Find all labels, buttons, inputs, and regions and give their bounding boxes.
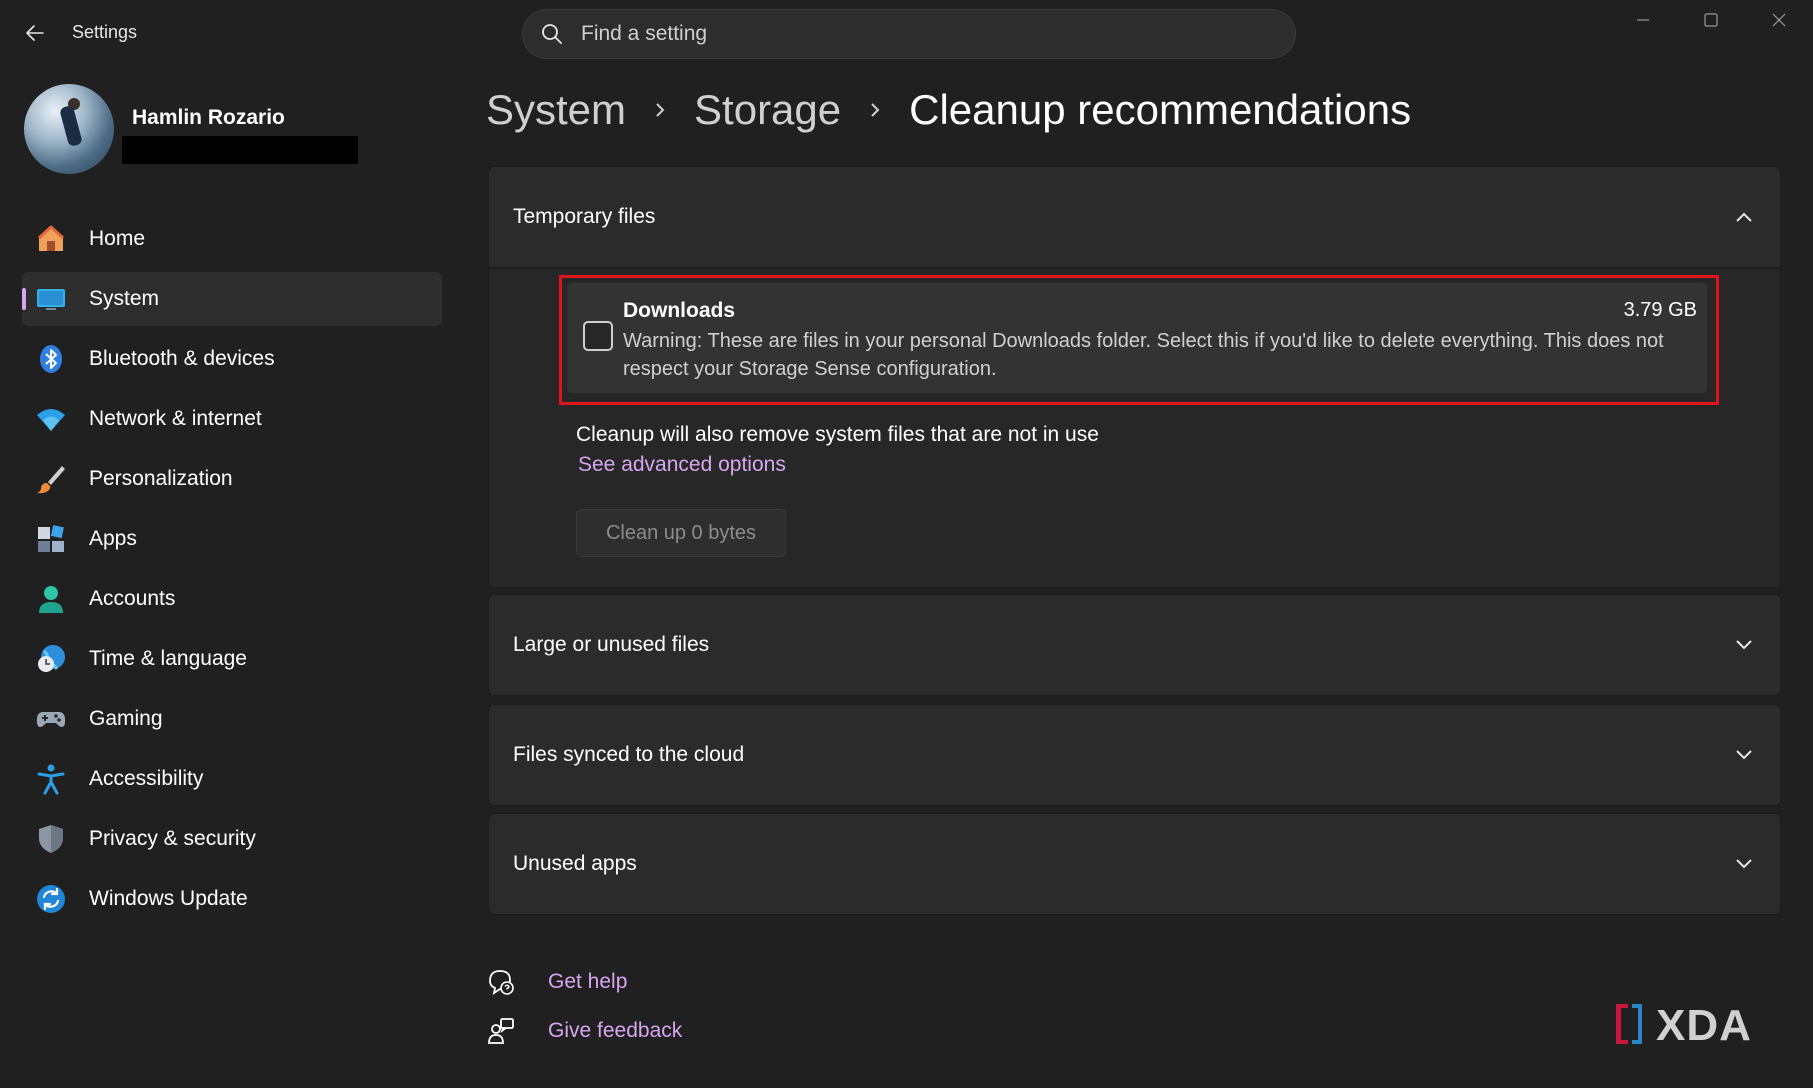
watermark-text: XDA	[1656, 1001, 1752, 1050]
maximize-button[interactable]	[1677, 0, 1745, 40]
sidebar-item-label: Time & language	[89, 647, 247, 670]
controller-icon	[34, 702, 68, 736]
apps-icon	[34, 522, 68, 556]
breadcrumb-storage[interactable]: Storage	[694, 86, 841, 134]
chevron-down-icon	[1732, 633, 1756, 657]
page-title: Cleanup recommendations	[909, 86, 1412, 133]
sidebar-item-bluetooth[interactable]: Bluetooth & devices	[22, 332, 442, 386]
minimize-icon	[1637, 19, 1649, 21]
brush-icon	[34, 462, 68, 496]
breadcrumb: System Storage Cleanup recommendations	[486, 82, 1411, 138]
unused-apps-header[interactable]: Unused apps	[489, 814, 1780, 914]
bluetooth-icon	[34, 342, 68, 376]
back-button[interactable]	[18, 16, 52, 50]
redacted-email	[122, 136, 358, 164]
cleanup-info-text: Cleanup will also remove system files th…	[576, 423, 1099, 446]
title-bar: Settings	[0, 0, 1813, 68]
give-feedback-label: Give feedback	[548, 1019, 683, 1042]
back-arrow-icon	[26, 25, 44, 41]
give-feedback-link[interactable]: Give feedback	[486, 1016, 682, 1046]
unused-apps-section[interactable]: Unused apps	[488, 813, 1781, 915]
files-synced-cloud-header[interactable]: Files synced to the cloud	[489, 705, 1780, 805]
close-icon	[1772, 13, 1786, 27]
chevron-right-icon	[867, 100, 883, 120]
section-title: Temporary files	[513, 205, 656, 228]
sidebar-item-personalization[interactable]: Personalization	[22, 452, 442, 506]
chevron-right-icon	[652, 100, 668, 120]
close-button[interactable]	[1745, 0, 1813, 40]
window-controls	[1609, 0, 1813, 40]
get-help-label: Get help	[548, 970, 628, 993]
see-advanced-options-link[interactable]: See advanced options	[578, 453, 786, 477]
settings-window: Settings Hamlin Rozario	[0, 0, 1813, 1088]
temporary-files-section: Temporary files Downloads 3.79 GB Warnin…	[488, 166, 1781, 588]
temporary-files-body: Downloads 3.79 GB Warning: These are fil…	[489, 269, 1780, 587]
sidebar-item-network[interactable]: Network & internet	[22, 392, 442, 446]
home-icon	[34, 222, 68, 256]
chevron-down-icon	[1732, 852, 1756, 876]
app-title: Settings	[72, 22, 138, 42]
sidebar-item-label: System	[89, 287, 160, 310]
chevron-up-icon	[1732, 205, 1756, 229]
user-name: Hamlin Rozario	[132, 106, 285, 129]
section-title: Large or unused files	[513, 633, 710, 656]
sidebar-item-apps[interactable]: Apps	[22, 512, 442, 566]
sidebar-item-label: Accessibility	[89, 767, 204, 790]
sidebar-item-label: Network & internet	[89, 407, 262, 430]
feedback-icon	[486, 1016, 516, 1046]
sidebar-nav: Home System Bluetooth & devices Network …	[22, 212, 442, 932]
sidebar-item-label: Windows Update	[89, 887, 248, 910]
sidebar-item-label: Home	[89, 227, 146, 250]
sidebar-item-label: Apps	[89, 527, 137, 550]
sidebar-item-accessibility[interactable]: Accessibility	[22, 752, 442, 806]
files-synced-cloud-section[interactable]: Files synced to the cloud	[488, 704, 1781, 806]
update-icon	[34, 882, 68, 916]
shield-icon	[34, 822, 68, 856]
search-input[interactable]	[581, 22, 1261, 46]
highlight-annotation	[559, 275, 1719, 405]
section-title: Files synced to the cloud	[513, 743, 745, 766]
chevron-down-icon	[1732, 743, 1756, 767]
maximize-icon	[1704, 13, 1718, 27]
sidebar-item-accounts[interactable]: Accounts	[22, 572, 442, 626]
globe-clock-icon	[34, 642, 68, 676]
sidebar-item-gaming[interactable]: Gaming	[22, 692, 442, 746]
breadcrumb-system[interactable]: System	[486, 86, 626, 134]
accessibility-icon	[34, 762, 68, 796]
xda-watermark-logo: XDA	[1612, 1000, 1784, 1052]
clean-up-button[interactable]: Clean up 0 bytes	[576, 509, 786, 557]
get-help-link[interactable]: Get help	[486, 967, 627, 997]
sidebar-item-label: Accounts	[89, 587, 176, 610]
minimize-button[interactable]	[1609, 0, 1677, 40]
help-chat-icon	[486, 967, 516, 997]
section-title: Unused apps	[513, 852, 637, 875]
user-profile[interactable]: Hamlin Rozario	[24, 84, 444, 174]
sidebar-item-privacy-security[interactable]: Privacy & security	[22, 812, 442, 866]
search-icon	[542, 24, 562, 44]
temporary-files-header[interactable]: Temporary files	[489, 167, 1780, 267]
sidebar-item-label: Gaming	[89, 707, 163, 730]
sidebar-item-home[interactable]: Home	[22, 212, 442, 266]
sidebar-item-system[interactable]: System	[22, 272, 442, 326]
avatar	[24, 84, 114, 174]
account-icon	[34, 582, 68, 616]
sidebar-item-label: Personalization	[89, 467, 233, 490]
large-unused-files-section[interactable]: Large or unused files	[488, 594, 1781, 696]
sidebar-item-label: Privacy & security	[89, 827, 256, 850]
system-icon	[34, 282, 68, 316]
large-unused-files-header[interactable]: Large or unused files	[489, 595, 1780, 695]
sidebar-item-time-language[interactable]: Time & language	[22, 632, 442, 686]
wifi-icon	[34, 402, 68, 436]
sidebar-item-windows-update[interactable]: Windows Update	[22, 872, 442, 926]
search-box[interactable]	[522, 9, 1296, 59]
sidebar-item-label: Bluetooth & devices	[89, 347, 275, 370]
